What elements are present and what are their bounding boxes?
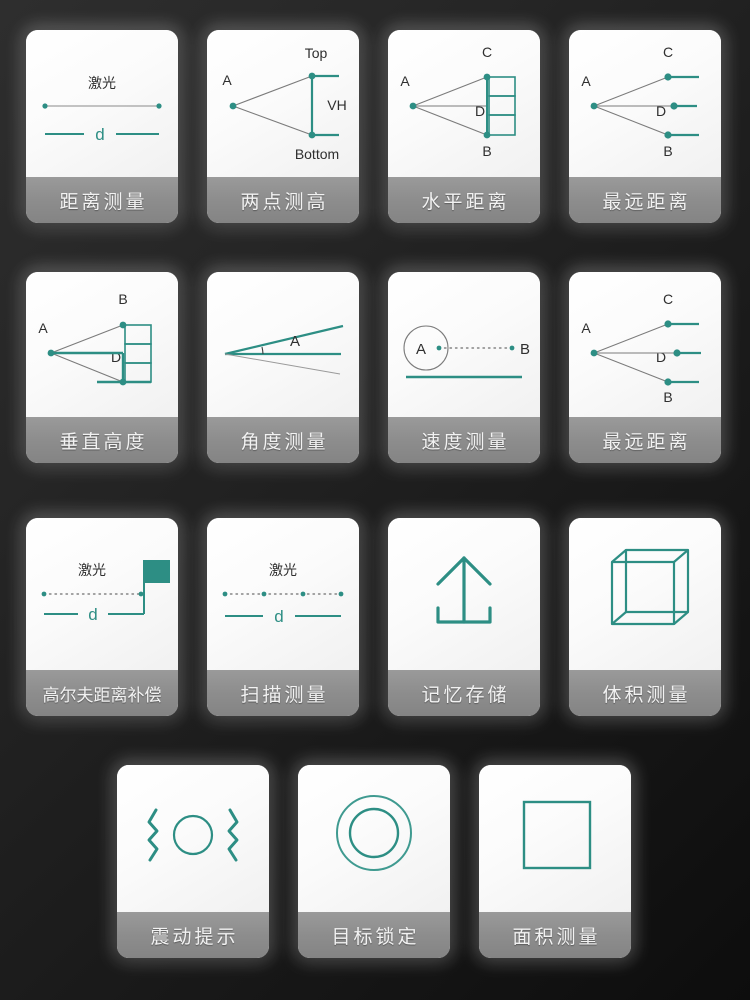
card-label: 最远距离 — [569, 177, 721, 223]
label-a: A — [416, 341, 426, 358]
label-d: D — [656, 349, 666, 365]
card-art-speed-circle-dotted: A B — [388, 272, 540, 417]
feature-card-golf-distance-compensation[interactable]: 激光 d 高尔夫距离补偿 — [26, 518, 178, 716]
card-label: 最远距离 — [569, 417, 721, 463]
card-label: 两点测高 — [207, 177, 359, 223]
label-a: A — [400, 73, 410, 89]
card-label: 垂直高度 — [26, 417, 178, 463]
label-vh: VH — [327, 97, 346, 113]
feature-card-memory-storage[interactable]: 记忆存储 — [388, 518, 540, 716]
feature-card-farthest-distance-1[interactable]: C A D B 最远距离 — [569, 30, 721, 223]
card-label: 震动提示 — [117, 912, 269, 958]
label-d: d — [95, 125, 104, 144]
label-a: A — [581, 73, 591, 89]
feature-grid: 激光 d 距离测量 Top A Bottom VH 两点测高 C A D B 水… — [0, 0, 750, 1000]
label-c: C — [663, 44, 673, 60]
label-b: B — [520, 341, 530, 358]
feature-card-horizontal-distance[interactable]: C A D B 水平距离 — [388, 30, 540, 223]
label-a: A — [222, 72, 232, 88]
label-b: B — [663, 143, 672, 159]
label-b: B — [663, 389, 672, 405]
card-label: 速度测量 — [388, 417, 540, 463]
label-laser: 激光 — [88, 75, 116, 91]
label-bottom: Bottom — [295, 146, 339, 162]
card-label: 水平距离 — [388, 177, 540, 223]
card-art-vertical-height-wall: B A D — [26, 272, 178, 417]
label-a: A — [38, 320, 48, 336]
upload-arrow-icon — [436, 556, 492, 624]
card-art-wireframe-cube — [569, 518, 721, 670]
label-a: A — [581, 320, 591, 336]
card-label: 面积测量 — [479, 912, 631, 958]
card-art-horizontal-distance-wall: C A D B — [388, 30, 540, 177]
feature-card-vertical-height[interactable]: B A D 垂直高度 — [26, 272, 178, 463]
card-art-golf-flag-laser: 激光 d — [26, 518, 178, 670]
feature-card-vibration-alert[interactable]: 震动提示 — [117, 765, 269, 958]
square-outline-icon — [522, 800, 592, 870]
label-b: B — [482, 143, 491, 159]
feature-card-speed-measurement[interactable]: A B 速度测量 — [388, 272, 540, 463]
vibration-icon — [147, 808, 239, 862]
label-d: D — [475, 103, 485, 119]
card-art-upload-arrow — [388, 518, 540, 670]
label-a: A — [290, 333, 300, 350]
feature-card-target-lock[interactable]: 目标锁定 — [298, 765, 450, 958]
card-art-vibration — [117, 765, 269, 912]
card-label: 体积测量 — [569, 670, 721, 716]
feature-card-distance-measurement[interactable]: 激光 d 距离测量 — [26, 30, 178, 223]
feature-card-volume-measurement[interactable]: 体积测量 — [569, 518, 721, 716]
card-label: 扫描测量 — [207, 670, 359, 716]
label-d: d — [88, 605, 97, 624]
label-d: d — [274, 607, 283, 626]
card-art-scan-dotted-laser: 激光 d — [207, 518, 359, 670]
target-lock-rings-icon — [336, 795, 412, 871]
card-label: 距离测量 — [26, 177, 178, 223]
label-laser: 激光 — [78, 562, 106, 578]
feature-card-farthest-distance-2[interactable]: C A D B 最远距离 — [569, 272, 721, 463]
card-art-square-outline — [479, 765, 631, 912]
card-label: 记忆存储 — [388, 670, 540, 716]
card-art-target-lock-rings — [298, 765, 450, 912]
label-top: Top — [305, 45, 328, 61]
label-c: C — [482, 44, 492, 60]
card-art-laser-distance-line: 激光 d — [26, 30, 178, 177]
label-d: D — [111, 349, 121, 365]
feature-card-two-point-height[interactable]: Top A Bottom VH 两点测高 — [207, 30, 359, 223]
label-c: C — [663, 291, 673, 307]
card-label: 高尔夫距离补偿 — [26, 670, 178, 716]
card-label: 角度测量 — [207, 417, 359, 463]
label-b: B — [118, 291, 127, 307]
card-art-farthest-distance-fan: C A D B — [569, 30, 721, 177]
card-art-two-point-height-triangle: Top A Bottom VH — [207, 30, 359, 177]
wireframe-cube-icon — [610, 548, 690, 626]
label-laser: 激光 — [269, 562, 297, 578]
feature-card-area-measurement[interactable]: 面积测量 — [479, 765, 631, 958]
feature-card-angle-measurement[interactable]: A 角度测量 — [207, 272, 359, 463]
feature-card-scan-measurement[interactable]: 激光 d 扫描测量 — [207, 518, 359, 716]
card-art-angle-wedge: A — [207, 272, 359, 417]
card-label: 目标锁定 — [298, 912, 450, 958]
card-art-farthest-distance-fan: C A D B — [569, 272, 721, 417]
label-d: D — [656, 103, 666, 119]
